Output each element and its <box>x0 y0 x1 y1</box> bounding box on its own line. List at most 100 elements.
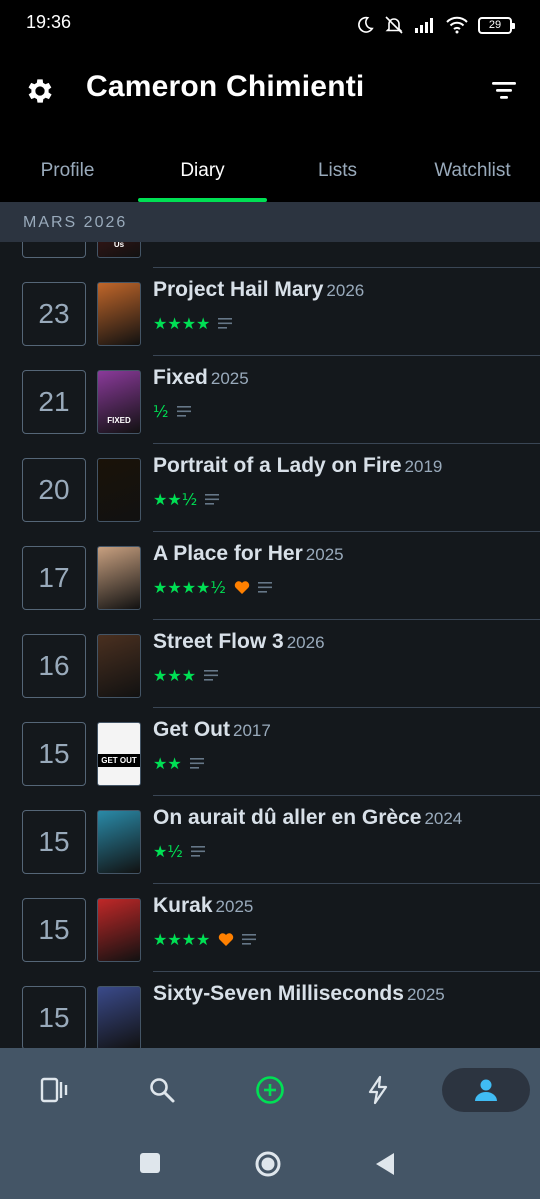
back-icon[interactable] <box>374 1152 396 1176</box>
star-rating: ★★ <box>153 753 182 773</box>
poster-text: FIXED <box>107 416 131 425</box>
review-icon <box>176 406 191 417</box>
review-icon <box>218 318 233 329</box>
film-poster[interactable] <box>97 986 141 1048</box>
diary-entry-row[interactable]: 15 On aurait dû aller en Grèce 2024 ★½ <box>0 796 540 884</box>
review-icon <box>190 846 205 857</box>
entry-title-line: On aurait dû aller en Grèce 2024 <box>153 806 462 830</box>
star-rating: ★½ <box>153 841 183 861</box>
star-rating: ★★★★ <box>153 313 211 333</box>
nav-activity[interactable] <box>324 1048 432 1132</box>
star-rating: ½ <box>153 401 169 421</box>
film-title: On aurait dû aller en Grèce <box>153 806 422 829</box>
entry-day: 15 <box>22 722 86 786</box>
diary-entry-row[interactable]: 20 Portrait of a Lady on Fire 2019 ★★½ <box>0 444 540 532</box>
entry-day: 23 <box>22 282 86 346</box>
search-icon <box>150 1078 175 1103</box>
entry-meta: ★½ <box>153 841 205 861</box>
tab-profile[interactable]: Profile <box>0 130 135 202</box>
star-rating: ★★½ <box>153 489 198 509</box>
recents-icon[interactable] <box>139 1152 161 1174</box>
profile-tabs: Profile Diary Lists Watchlist <box>0 130 540 202</box>
review-icon <box>189 758 204 769</box>
film-year: 2019 <box>404 457 443 476</box>
entry-title-line: Get Out 2017 <box>153 718 271 742</box>
status-icons: 29 <box>356 12 515 38</box>
month-section-header: MARS 2026 <box>0 202 540 242</box>
film-year: 2017 <box>233 721 271 740</box>
page-title: Cameron Chimienti <box>86 70 365 103</box>
tab-lists[interactable]: Lists <box>270 130 405 202</box>
entry-title-line: Project Hail Mary 2026 <box>153 278 364 302</box>
activity-icon <box>368 1075 388 1105</box>
profile-icon <box>475 1079 497 1101</box>
review-icon <box>242 934 257 945</box>
entry-meta: ★★★★ <box>153 242 232 245</box>
diary-entry-row[interactable]: 15 Sixty-Seven Milliseconds 2025 <box>0 972 540 1048</box>
entry-day: 23 <box>22 242 86 258</box>
heart-icon <box>234 580 250 594</box>
film-title: Project Hail Mary <box>153 278 324 301</box>
bottom-navigation <box>0 1048 540 1132</box>
film-poster[interactable]: FIXED <box>97 370 141 434</box>
home-icon[interactable] <box>254 1150 282 1178</box>
star-rating: ★★★★ <box>153 242 210 245</box>
diary-entry-row[interactable]: 15 GET OUT Get Out 2017 ★★ <box>0 708 540 796</box>
entry-day: 15 <box>22 986 86 1048</box>
film-year: 2025 <box>215 897 254 916</box>
diary-entry-row[interactable]: 23 Project Hail Mary 2026 ★★★★ <box>0 268 540 356</box>
nav-search[interactable] <box>108 1048 216 1132</box>
status-time: 19:36 <box>26 12 72 32</box>
star-rating: ★★★★½ <box>153 577 226 597</box>
film-poster[interactable] <box>97 898 141 962</box>
diary-list[interactable]: 23UsUs2019★★★★23Project Hail Mary2026★★★… <box>0 242 540 1048</box>
gear-icon[interactable] <box>24 75 56 107</box>
film-poster[interactable] <box>97 282 141 346</box>
film-poster[interactable]: Us <box>97 242 141 258</box>
poster-text: GET OUT <box>98 754 140 767</box>
entry-day: 15 <box>22 810 86 874</box>
diary-entry-row[interactable]: 21 FIXED Fixed 2025 ½ <box>0 356 540 444</box>
films-icon <box>40 1077 68 1103</box>
battery-indicator: 29 <box>478 16 515 34</box>
moon-icon <box>358 16 374 33</box>
nav-films[interactable] <box>0 1048 108 1132</box>
tab-diary[interactable]: Diary <box>135 130 270 202</box>
film-poster[interactable] <box>97 634 141 698</box>
tab-watchlist[interactable]: Watchlist <box>405 130 540 202</box>
review-icon <box>257 582 272 593</box>
entry-meta: ★★½ <box>153 489 220 509</box>
film-poster[interactable] <box>97 458 141 522</box>
film-poster[interactable]: GET OUT <box>97 722 141 786</box>
diary-entry-row[interactable]: 15 Kurak 2025 ★★★★ <box>0 884 540 972</box>
film-title: Street Flow 3 <box>153 630 284 653</box>
entry-day: 16 <box>22 634 86 698</box>
entry-meta: ½ <box>153 401 191 421</box>
star-rating: ★★★ <box>153 665 197 685</box>
diary-entry-row[interactable]: 16 Street Flow 3 2026 ★★★ <box>0 620 540 708</box>
entry-title-line: Fixed 2025 <box>153 366 249 390</box>
signal-icon <box>415 18 433 33</box>
entry-day: 21 <box>22 370 86 434</box>
filter-icon[interactable] <box>490 78 518 102</box>
nav-add[interactable] <box>216 1048 324 1132</box>
film-title: Portrait of a Lady on Fire <box>153 454 402 477</box>
film-poster[interactable] <box>97 810 141 874</box>
silent-bell-icon <box>385 16 403 34</box>
nav-profile[interactable] <box>432 1048 540 1132</box>
film-year: 2025 <box>210 369 249 388</box>
film-title: A Place for Her <box>153 542 303 565</box>
film-title: Fixed <box>153 366 208 389</box>
heart-icon <box>219 932 234 946</box>
film-year: 2025 <box>305 545 344 564</box>
entry-title-line: Sixty-Seven Milliseconds 2025 <box>153 982 445 1006</box>
film-year: 2026 <box>286 633 325 652</box>
status-bar: 19:36 29 <box>0 0 540 50</box>
star-rating: ★★★★ <box>153 929 211 949</box>
diary-entry-row[interactable]: 17 A Place for Her 2025 ★★★★½ <box>0 532 540 620</box>
diary-entry-row[interactable]: 23UsUs2019★★★★ <box>0 242 540 268</box>
add-icon <box>256 1076 284 1104</box>
film-poster[interactable] <box>97 546 141 610</box>
month-label: MARS 2026 <box>23 214 128 231</box>
wifi-icon <box>446 16 468 34</box>
